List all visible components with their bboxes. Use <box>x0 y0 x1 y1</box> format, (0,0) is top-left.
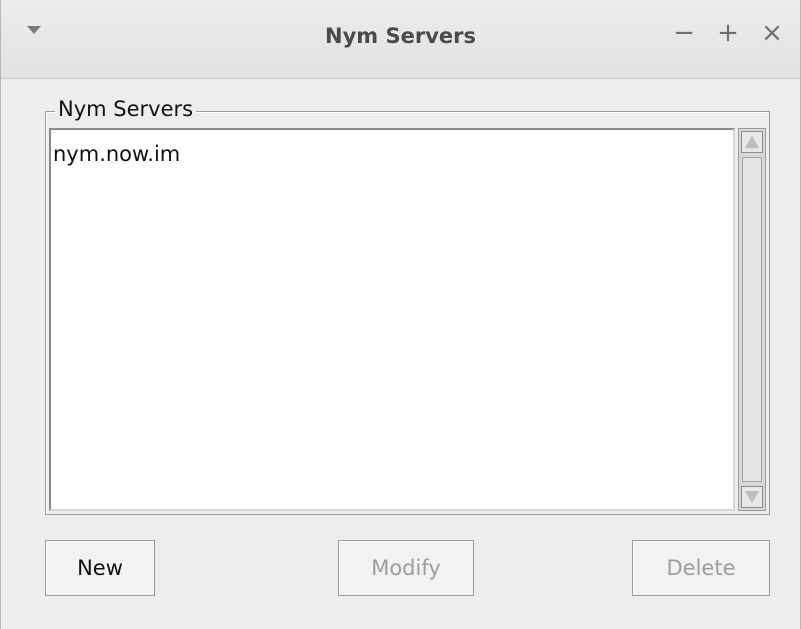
group-label: Nym Servers <box>55 96 197 122</box>
scroll-down-icon[interactable] <box>741 486 763 508</box>
scrollbar-track[interactable] <box>742 157 762 482</box>
nym-servers-window: Nym Servers − + × Nym Servers nym.now.im… <box>0 0 801 629</box>
list-item[interactable]: nym.now.im <box>53 142 180 166</box>
minimize-icon[interactable]: − <box>669 18 699 48</box>
close-icon[interactable]: × <box>757 18 787 48</box>
server-list[interactable]: nym.now.im <box>49 128 735 511</box>
delete-button[interactable]: Delete <box>632 540 770 596</box>
modify-button[interactable]: Modify <box>338 540 474 596</box>
vertical-scrollbar[interactable] <box>738 128 766 511</box>
new-button[interactable]: New <box>45 540 155 596</box>
maximize-icon[interactable]: + <box>713 18 743 48</box>
title-bar[interactable]: Nym Servers − + × <box>1 0 800 79</box>
scroll-up-icon[interactable] <box>741 131 763 153</box>
